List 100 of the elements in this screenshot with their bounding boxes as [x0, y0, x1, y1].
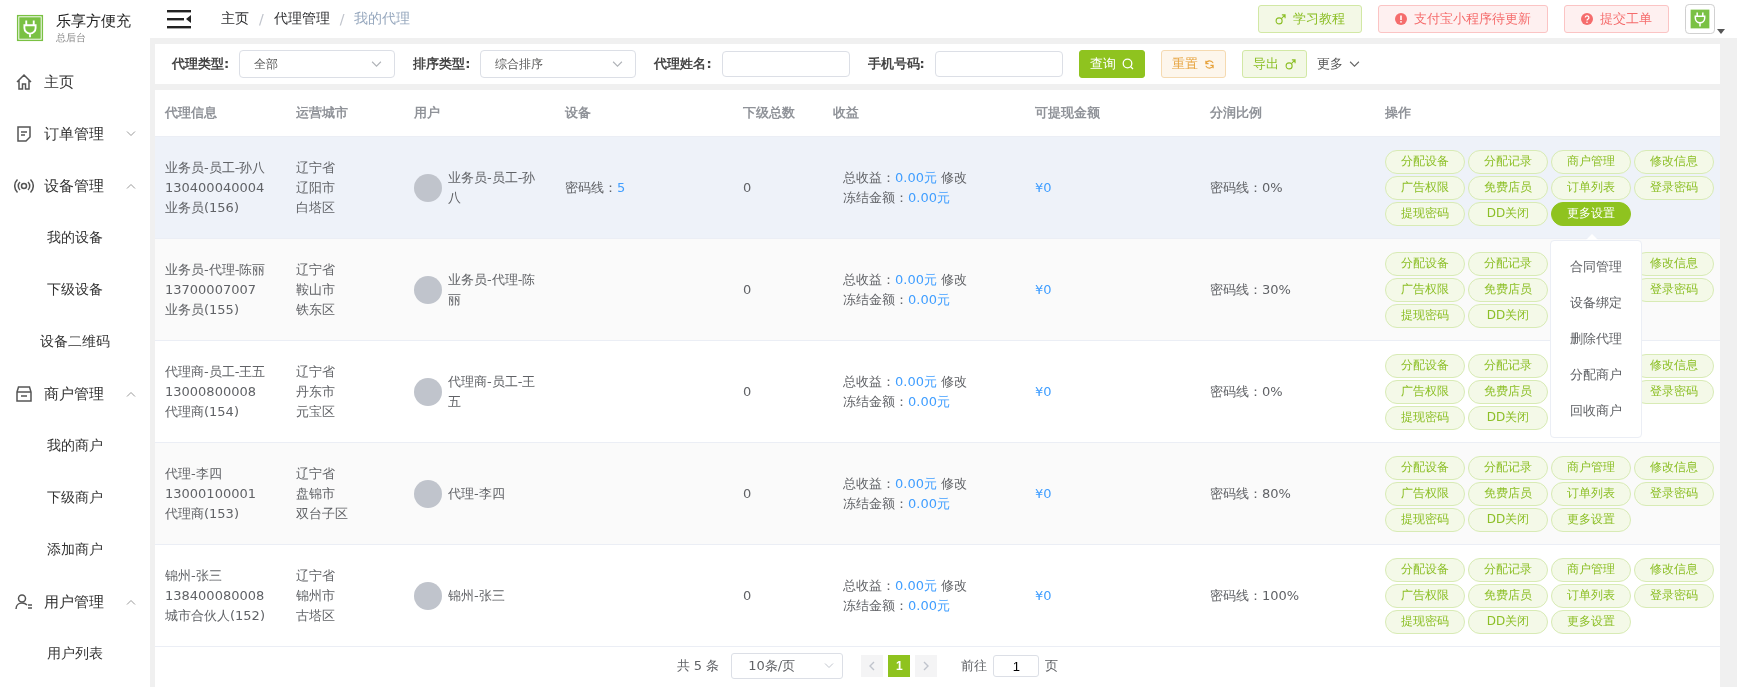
table-cell-text: 辽阳市: [296, 178, 336, 197]
column-header: 操作: [1385, 105, 1411, 120]
sidebar-subitem[interactable]: 用户列表: [0, 628, 150, 680]
sidebar-subitem[interactable]: 我的设备: [0, 212, 150, 264]
action-button[interactable]: 修改信息: [1634, 557, 1714, 582]
page-size-dropdown[interactable]: 10条/页: [731, 653, 844, 679]
frozen-label: 冻结金额：: [843, 597, 908, 613]
more-filters-button[interactable]: 更多: [1316, 55, 1360, 73]
header-button[interactable]: 提交工单: [1564, 5, 1669, 33]
action-button[interactable]: 分配记录: [1468, 557, 1548, 582]
table-cell-text: 13700007007: [165, 280, 257, 299]
action-button[interactable]: 提现密码: [1385, 201, 1465, 226]
action-button[interactable]: 提现密码: [1385, 405, 1465, 430]
action-button[interactable]: 广告权限: [1385, 175, 1465, 200]
filter-button[interactable]: 重置: [1160, 50, 1226, 78]
action-button[interactable]: 广告权限: [1385, 379, 1465, 404]
sidebar-subitem[interactable]: 下级商户: [0, 472, 150, 524]
action-button[interactable]: 提现密码: [1385, 507, 1465, 532]
page-number-field[interactable]: 1: [993, 655, 1040, 677]
action-button[interactable]: 分配设备: [1385, 455, 1465, 480]
action-button[interactable]: DD关闭: [1468, 507, 1548, 532]
sidebar-item[interactable]: 商户管理: [0, 368, 150, 420]
action-button[interactable]: 商户管理: [1551, 149, 1631, 174]
more-settings-button[interactable]: 更多设置: [1551, 201, 1631, 226]
edit-link[interactable]: 修改: [941, 475, 968, 491]
header-button[interactable]: 学习教程: [1258, 5, 1362, 33]
table-cell-text: 城市合伙人(152): [165, 606, 266, 625]
action-button[interactable]: DD关闭: [1468, 201, 1548, 226]
action-button[interactable]: 分配设备: [1385, 557, 1465, 582]
dropdown-field[interactable]: 综合排序: [480, 50, 637, 78]
table-row[interactable]: 业务员-员工-孙八 130400040004 业务员(156) 辽宁省 辽阳市 白塔区 业务员-员工-孙八 密码线：5 0 总收益：0.00元 修改 冻结金额：0.00元 ¥0 密码线：0% 分配设备 分配记录 商户管理 修改信息 广告权限 免费店员 订单列表 登录密码 提现密码 DD关闭 更多设置: [155, 136, 1720, 239]
action-button[interactable]: 分配记录: [1468, 353, 1548, 378]
sidebar-subitem[interactable]: 设备二维码: [0, 316, 150, 368]
table-row[interactable]: 代理-李四 13000100001 代理商(153) 辽宁省 盘锦市 双台子区 代理-李四 0 总收益：0.00元 修改 冻结金额：0.00元 ¥0 密码线：80% 分配设备 分配记录 商户管理 修改信息 广告权限 免费店员 订单列表 登录密码 提现密码 DD关闭 更多设置: [155, 442, 1720, 545]
page-button[interactable]: 1: [888, 655, 911, 677]
menu-icon[interactable]: [167, 9, 191, 29]
sidebar-item[interactable]: 订单管理: [0, 108, 150, 160]
table-cell-text: 业务员-员工-孙八: [165, 158, 267, 177]
input-field[interactable]: [721, 51, 850, 77]
action-button[interactable]: 订单列表: [1551, 175, 1631, 200]
action-button[interactable]: 分配记录: [1468, 251, 1548, 276]
sidebar-item[interactable]: 设备管理: [0, 160, 150, 212]
action-button[interactable]: DD关闭: [1468, 609, 1548, 634]
action-button[interactable]: 修改信息: [1634, 149, 1714, 174]
dropdown-field[interactable]: 全部: [239, 50, 396, 78]
action-button[interactable]: 商户管理: [1551, 557, 1631, 582]
action-button[interactable]: DD关闭: [1468, 303, 1548, 328]
action-button[interactable]: 免费店员: [1468, 583, 1548, 608]
action-button[interactable]: 免费店员: [1468, 175, 1548, 200]
action-button[interactable]: 修改信息: [1634, 455, 1714, 480]
breadcrumb-item[interactable]: 代理管理: [273, 10, 330, 28]
action-button[interactable]: 免费店员: [1468, 481, 1548, 506]
action-button[interactable]: 登录密码: [1634, 583, 1714, 608]
input-field[interactable]: [934, 51, 1063, 77]
action-button[interactable]: 提现密码: [1385, 303, 1465, 328]
sidebar-item[interactable]: 主页: [0, 56, 150, 108]
edit-link[interactable]: 修改: [941, 577, 968, 593]
breadcrumb-item[interactable]: 主页: [221, 10, 249, 28]
action-button[interactable]: 登录密码: [1634, 481, 1714, 506]
action-button[interactable]: 订单列表: [1551, 481, 1631, 506]
signal-icon: [14, 176, 34, 196]
plug-logo-icon: [16, 14, 44, 42]
action-button[interactable]: 商户管理: [1551, 455, 1631, 480]
edit-link[interactable]: 修改: [941, 373, 968, 389]
frozen-label: 冻结金额：: [843, 495, 908, 511]
action-button[interactable]: 广告权限: [1385, 481, 1465, 506]
action-button[interactable]: 分配设备: [1385, 251, 1465, 276]
caret-down-icon[interactable]: [1717, 29, 1725, 34]
previous-page-button[interactable]: [861, 655, 884, 677]
edit-link[interactable]: 修改: [941, 271, 968, 287]
edit-link[interactable]: 修改: [941, 169, 968, 185]
user-settings-icon: [14, 592, 34, 612]
filter-button[interactable]: 导出: [1241, 50, 1307, 78]
sidebar-item[interactable]: 用户管理: [0, 576, 150, 628]
filter-button[interactable]: 查询: [1078, 50, 1145, 78]
table-row[interactable]: 锦州-张三 138400080008 城市合伙人(152) 辽宁省 锦州市 古塔区 锦州-张三 0 总收益：0.00元 修改 冻结金额：0.00元 ¥0 密码线：100% 分配设备 分配记录 商户管理 修改信息 广告权限 免费店员 订单列表 登录密码 提现密码 DD关闭 更多设置: [155, 544, 1720, 647]
table-cell-text: 0: [743, 383, 752, 399]
more-settings-button[interactable]: 更多设置: [1551, 507, 1631, 532]
header-button[interactable]: 支付宝小程序待更新: [1378, 5, 1548, 33]
device-count-link[interactable]: 5: [617, 179, 626, 195]
action-button[interactable]: 广告权限: [1385, 583, 1465, 608]
action-button[interactable]: 免费店员: [1468, 277, 1548, 302]
action-button[interactable]: 广告权限: [1385, 277, 1465, 302]
action-button[interactable]: 分配设备: [1385, 149, 1465, 174]
action-button[interactable]: 分配记录: [1468, 149, 1548, 174]
column-header: 设备: [565, 105, 591, 120]
next-page-button[interactable]: [915, 655, 938, 677]
action-button[interactable]: DD关闭: [1468, 405, 1548, 430]
action-button[interactable]: 订单列表: [1551, 583, 1631, 608]
more-settings-button[interactable]: 更多设置: [1551, 609, 1631, 634]
action-button[interactable]: 免费店员: [1468, 379, 1548, 404]
table-cell-text: 0: [743, 179, 752, 195]
sidebar-subitem[interactable]: 我的商户: [0, 420, 150, 472]
action-button[interactable]: 提现密码: [1385, 609, 1465, 634]
action-button[interactable]: 登录密码: [1634, 175, 1714, 200]
income-value: 0.00元: [895, 577, 937, 593]
sidebar-subitem[interactable]: 添加商户: [0, 524, 150, 576]
action-button[interactable]: 分配设备: [1385, 353, 1465, 378]
sidebar-subitem[interactable]: 下级设备: [0, 264, 150, 316]
action-button[interactable]: 分配记录: [1468, 455, 1548, 480]
